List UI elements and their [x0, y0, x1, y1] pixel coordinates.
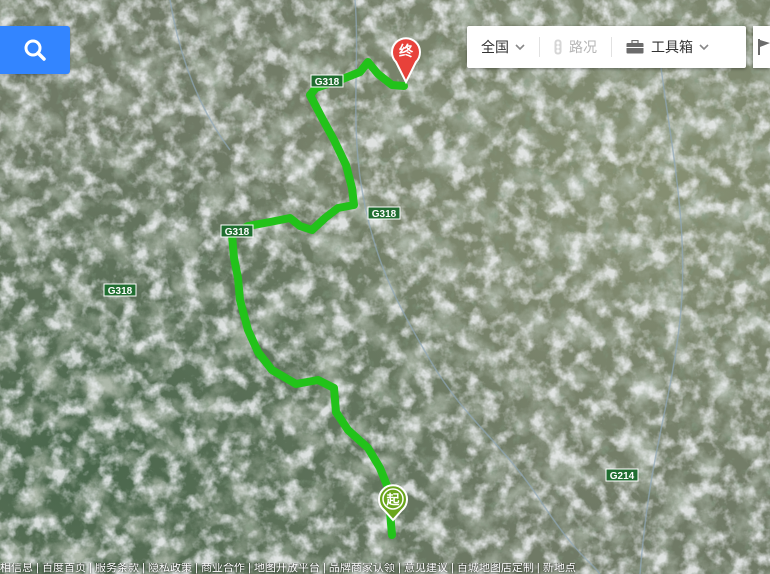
- search-icon: [24, 39, 46, 61]
- footer-separator: |: [394, 563, 404, 574]
- footer-link[interactable]: 地图开放平台: [254, 563, 320, 574]
- toolbox-icon: [626, 40, 644, 54]
- svg-text:G214: G214: [610, 471, 635, 482]
- toolbox-button[interactable]: 工具箱: [612, 26, 723, 68]
- chevron-down-icon: [699, 43, 709, 50]
- footer-link[interactable]: 商业合作: [201, 563, 245, 574]
- search-button[interactable]: [0, 26, 70, 74]
- svg-text:G318: G318: [225, 227, 250, 238]
- footer-separator: |: [85, 563, 95, 574]
- footer-link[interactable]: 意见建议: [404, 563, 448, 574]
- footer-separator: |: [33, 563, 42, 574]
- svg-text:G318: G318: [372, 209, 397, 220]
- region-selector[interactable]: 全国: [467, 26, 539, 68]
- road-label-g318-north: G318: [310, 74, 344, 88]
- map-toolbar: 全国 路况 工具箱: [467, 26, 746, 68]
- footer-separator: |: [138, 563, 148, 574]
- footer-separator: |: [319, 563, 329, 574]
- traffic-label: 路况: [569, 39, 597, 55]
- footer-link[interactable]: 品牌商家认领: [329, 563, 395, 574]
- footer-link[interactable]: 相信息: [0, 563, 33, 574]
- road-label-g318-far-west: G318: [103, 283, 137, 297]
- traffic-light-icon: [554, 39, 562, 55]
- footer-separator: |: [244, 563, 254, 574]
- flag-button[interactable]: [753, 26, 770, 68]
- region-label: 全国: [481, 39, 509, 55]
- start-marker-label: 起: [385, 492, 400, 508]
- footer-separator: |: [191, 563, 201, 574]
- traffic-button[interactable]: 路况: [540, 26, 611, 68]
- footer-link[interactable]: 新地点: [543, 563, 576, 574]
- road-label-g318-west: G318: [220, 224, 254, 238]
- flag-icon: [758, 39, 770, 55]
- road-label-g318-mid: G318: [367, 206, 401, 220]
- chevron-down-icon: [515, 43, 525, 50]
- footer-links: 相信息 | 百度首页 | 服务条款 | 隐私政策 | 商业合作 | 地图开放平台…: [0, 563, 770, 574]
- footer-separator: |: [533, 563, 543, 574]
- footer-separator: |: [447, 563, 457, 574]
- svg-text:G318: G318: [315, 77, 340, 88]
- satellite-map[interactable]: G318 G318 G318 G318 G214 终 起: [0, 0, 770, 574]
- end-marker-label: 终: [399, 43, 414, 60]
- svg-text:G318: G318: [108, 286, 133, 297]
- footer-link[interactable]: 百度首页: [42, 563, 86, 574]
- footer-link[interactable]: 服务条款: [95, 563, 139, 574]
- footer-link[interactable]: 百城地图店定制: [457, 563, 534, 574]
- toolbox-label: 工具箱: [651, 39, 693, 55]
- road-label-g214: G214: [605, 468, 639, 482]
- footer-link[interactable]: 隐私政策: [148, 563, 192, 574]
